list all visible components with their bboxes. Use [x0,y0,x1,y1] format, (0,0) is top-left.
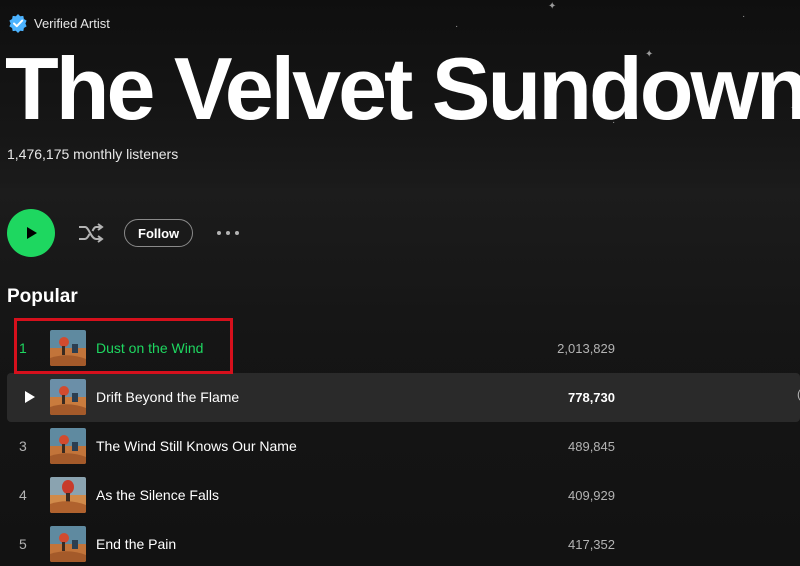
track-title[interactable]: Dust on the Wind [96,324,203,373]
action-bar: Follow [7,209,241,257]
monthly-listeners: 1,476,175 monthly listeners [7,146,179,162]
shuffle-icon [79,223,104,243]
track-index: 4 [19,487,27,503]
track-title[interactable]: End the Pain [96,520,176,566]
artist-header: ✦ ✦ · ✦ · · Verified Artist The Velvet S… [0,0,800,188]
track-play-count: 409,929 [568,488,615,503]
star-sparkle: · [455,21,459,32]
track-index: 1 [19,340,27,356]
artist-page: ✦ ✦ · ✦ · · Verified Artist The Velvet S… [0,0,800,566]
shuffle-button[interactable] [75,217,107,249]
track-play-count: 2,013,829 [557,341,615,356]
star-sparkle: ✦ [548,1,557,12]
track-index: 3 [19,438,27,454]
star-sparkle: · [742,11,746,22]
track-title[interactable]: The Wind Still Knows Our Name [96,422,297,471]
follow-button[interactable]: Follow [124,219,194,247]
more-options-button[interactable] [215,220,241,246]
track-cover-art [50,526,86,562]
track-row[interactable]: 5 End the Pain 417,352 [7,520,800,566]
more-options-icon [217,231,240,235]
artist-content: Follow Popular 1 Dust on the Wind 2,013,… [0,188,800,566]
play-button[interactable] [7,209,55,257]
track-row[interactable]: 3 The Wind Still Knows Our Name 489,845 [7,422,800,471]
artist-name: The Velvet Sundown [5,39,800,138]
track-title[interactable]: Drift Beyond the Flame [96,373,239,422]
popular-track-list: 1 Dust on the Wind 2,013,829 Drift Beyon… [7,324,800,566]
track-play-count: 417,352 [568,537,615,552]
track-cover-art [50,330,86,366]
track-play-count: 778,730 [568,390,615,405]
track-play-icon[interactable] [23,390,37,404]
popular-section-title: Popular [7,286,78,307]
verified-artist-label: Verified Artist [34,15,110,31]
track-index: 5 [19,536,27,552]
play-icon [27,227,37,239]
track-row[interactable]: Drift Beyond the Flame 778,730 ( [7,373,800,422]
track-title[interactable]: As the Silence Falls [96,471,219,520]
verified-badge-icon [8,13,28,33]
track-row[interactable]: 4 As the Silence Falls 409,929 [7,471,800,520]
track-row[interactable]: 1 Dust on the Wind 2,013,829 [7,324,800,373]
track-cover-art [50,477,86,513]
track-play-count: 489,845 [568,439,615,454]
track-cover-art [50,379,86,415]
verified-row: Verified Artist [8,13,110,33]
track-cover-art [50,428,86,464]
